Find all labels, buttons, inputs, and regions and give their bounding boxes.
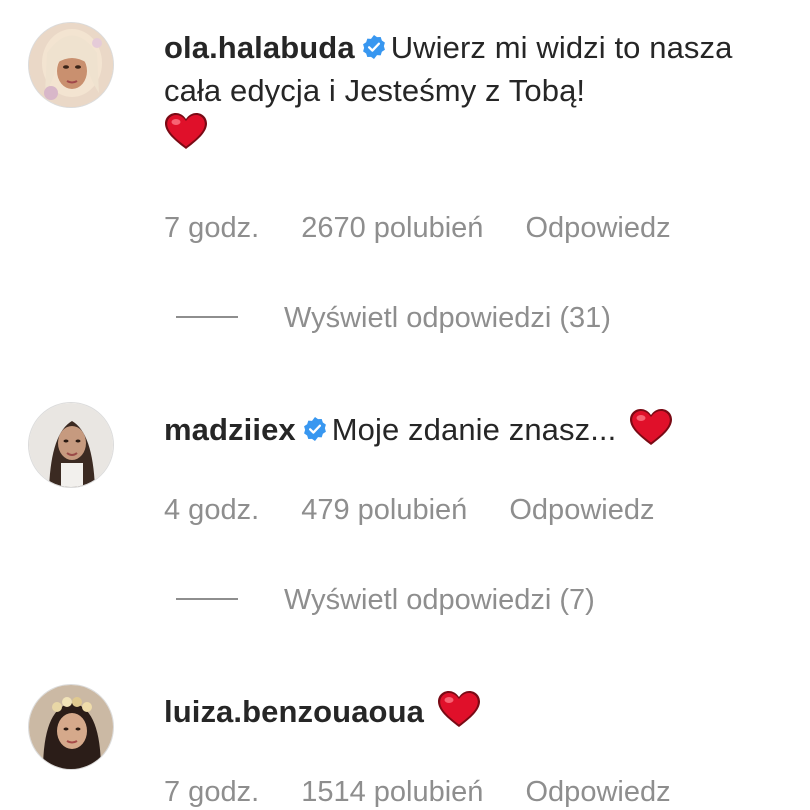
replies-divider-line [176,598,238,600]
comment-meta: 7 godz. 2670 polubień Odpowiedz [164,212,671,245]
red-heart-emoji-icon [629,408,673,446]
replies-divider-line [176,316,238,318]
comment-time[interactable]: 7 godz. [164,776,259,809]
red-heart-emoji-icon [164,112,208,150]
verified-badge-icon [302,416,328,442]
red-heart-emoji-icon [437,690,481,728]
reply-button[interactable]: Odpowiedz [526,212,671,245]
avatar[interactable] [28,684,114,770]
comment-time[interactable]: 7 godz. [164,212,259,245]
avatar[interactable] [28,22,114,108]
reply-button[interactable]: Odpowiedz [509,494,654,527]
view-replies-button[interactable]: Wyświetl odpowiedzi (31) [176,302,611,335]
view-replies-button[interactable]: Wyświetl odpowiedzi (7) [176,584,595,617]
username[interactable]: madziiex [164,412,296,447]
username[interactable]: luiza.benzouaoua [164,694,424,729]
comment-likes[interactable]: 479 polubień [301,494,467,527]
comment-meta: 7 godz. 1514 polubień Odpowiedz [164,776,671,809]
avatar-image [29,403,113,487]
comment-body: ola.halabuda Uwierz mi widzi to nasza cał… [164,26,774,155]
comment-likes[interactable]: 2670 polubień [301,212,483,245]
comment-meta: 4 godz. 479 polubień Odpowiedz [164,494,654,527]
reply-button[interactable]: Odpowiedz [526,776,671,809]
comment-likes[interactable]: 1514 polubień [301,776,483,809]
verified-badge-icon [361,34,387,60]
avatar-image [29,685,113,769]
avatar[interactable] [28,402,114,488]
comment-body: luiza.benzouaoua [164,690,774,733]
comment-body: madziiex Moje zdanie znasz... [164,408,774,451]
comment-time[interactable]: 4 godz. [164,494,259,527]
view-replies-label: Wyświetl odpowiedzi (31) [284,302,611,334]
view-replies-label: Wyświetl odpowiedzi (7) [284,584,595,616]
comment-text: Moje zdanie znasz... [331,412,617,447]
avatar-image [29,23,113,107]
username[interactable]: ola.halabuda [164,30,355,65]
